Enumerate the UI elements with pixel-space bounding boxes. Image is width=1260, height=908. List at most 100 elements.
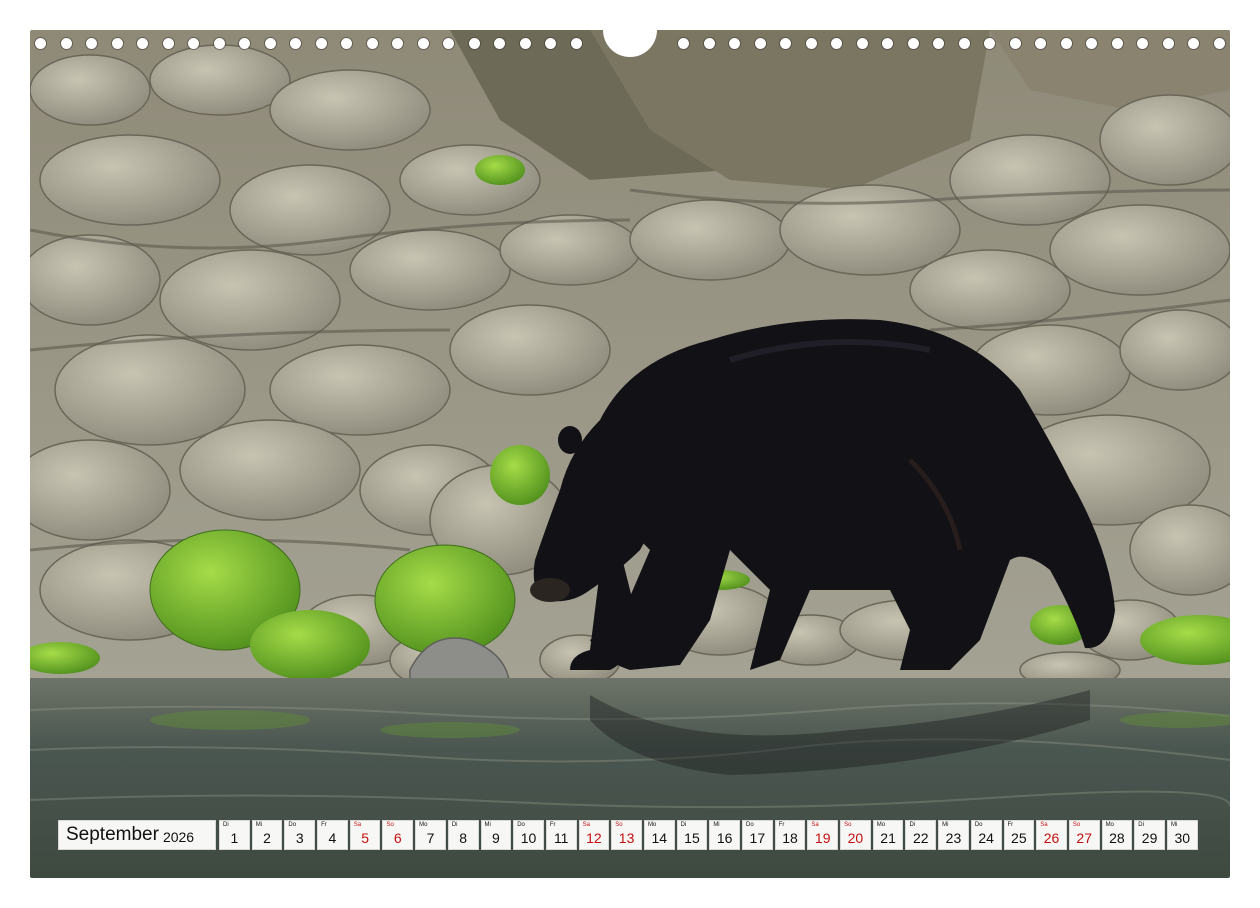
month-name: September <box>66 824 159 845</box>
day-cell: So 13 <box>611 820 642 850</box>
day-of-week: So <box>615 822 623 828</box>
day-of-week: Mo <box>647 822 657 828</box>
day-number: 26 <box>1043 830 1060 846</box>
day-of-week: Sa <box>811 822 819 828</box>
binding-hole <box>111 38 123 49</box>
binding-hole <box>417 38 429 49</box>
day-cell: Di 22 <box>905 820 937 850</box>
day-cell: Do 17 <box>742 820 773 850</box>
binding-hole <box>754 38 766 49</box>
day-of-week: Di <box>909 822 916 828</box>
binding-hole <box>188 38 199 49</box>
day-of-week: Mi <box>942 822 949 828</box>
day-of-week: So <box>386 822 394 828</box>
binding-hole <box>570 38 582 49</box>
day-cell: Sa 19 <box>807 820 839 850</box>
binding-hole <box>1086 38 1097 49</box>
binding-hole <box>933 38 944 49</box>
day-cell: Fr 18 <box>774 820 806 850</box>
day-number: 9 <box>491 830 500 846</box>
day-cell: Mi 23 <box>938 820 969 850</box>
binding-hole <box>831 38 842 49</box>
binding-hole <box>264 38 276 49</box>
month-label: September 2026 <box>58 820 216 850</box>
day-of-week: Di <box>1138 822 1144 828</box>
day-cell: Mi 16 <box>709 820 740 850</box>
day-number: 21 <box>880 830 896 846</box>
day-of-week: Fr <box>778 822 785 828</box>
day-cell: Sa 12 <box>578 820 610 850</box>
day-number: 22 <box>912 830 929 846</box>
day-cell: Mo 21 <box>872 820 904 850</box>
day-number: 14 <box>651 830 668 846</box>
binding-hole <box>315 38 327 49</box>
day-cell: Di 29 <box>1134 820 1165 850</box>
binding-hole <box>780 38 791 49</box>
binding-hole <box>239 38 250 49</box>
binding-hole <box>856 38 868 49</box>
binding-hole <box>392 38 403 49</box>
day-of-week: Fr <box>1007 822 1014 828</box>
day-number: 1 <box>230 830 239 846</box>
binding-hole <box>341 38 352 49</box>
day-of-week: Fr <box>549 822 556 828</box>
day-of-week: Mo <box>1105 822 1114 828</box>
day-of-week: Mo <box>876 822 886 828</box>
day-number: 19 <box>814 830 831 846</box>
day-number: 24 <box>978 830 994 846</box>
day-cell: Di 1 <box>219 820 250 850</box>
day-number: 23 <box>945 830 962 846</box>
binding-hole <box>545 38 556 49</box>
day-cell: Do 24 <box>970 820 1002 850</box>
day-number: 16 <box>716 830 733 846</box>
binding-hole <box>882 38 893 49</box>
day-number: 12 <box>586 830 602 846</box>
day-of-week: Do <box>517 822 525 828</box>
binding-hole <box>468 38 480 49</box>
day-cell: Fr 4 <box>317 820 348 850</box>
day-of-week: Di <box>451 822 458 828</box>
day-of-week: Sa <box>582 822 590 828</box>
day-of-week: Sa <box>1040 822 1048 828</box>
day-cell: So 6 <box>382 820 414 850</box>
day-number: 30 <box>1174 830 1191 846</box>
day-number: 6 <box>393 830 402 846</box>
day-number: 25 <box>1011 830 1027 846</box>
month-year: 2026 <box>162 829 195 845</box>
day-cell: Di 8 <box>447 820 479 850</box>
day-of-week: Sa <box>353 822 362 828</box>
day-of-week: Do <box>288 822 297 828</box>
day-cell: Do 10 <box>513 820 544 850</box>
day-number: 15 <box>684 830 700 846</box>
binding-hole <box>366 38 378 49</box>
day-of-week: Mi <box>255 822 263 828</box>
binding-hole <box>213 38 225 49</box>
day-cell: Fr 11 <box>545 820 577 850</box>
day-number: 17 <box>749 830 766 846</box>
bear-photo <box>30 30 1230 878</box>
day-of-week: Di <box>680 822 687 828</box>
day-of-week: Fr <box>321 822 327 828</box>
binding-hole <box>1213 38 1225 49</box>
day-number: 13 <box>618 830 635 846</box>
binding-hole <box>1111 38 1123 49</box>
day-of-week: Do <box>746 822 754 828</box>
binding-hole <box>86 38 97 49</box>
binding-hole <box>60 38 72 49</box>
day-cell: Do 3 <box>284 820 316 850</box>
day-number: 28 <box>1109 830 1125 846</box>
day-number: 27 <box>1076 830 1092 846</box>
binding-hole <box>1137 38 1148 49</box>
day-of-week: Do <box>974 822 983 828</box>
binding-hole <box>984 38 995 49</box>
binding-hole <box>907 38 919 49</box>
day-of-week: Mi <box>713 822 720 828</box>
day-of-week: So <box>844 822 852 828</box>
day-cell: Sa 5 <box>349 820 381 850</box>
day-number: 29 <box>1141 830 1158 846</box>
day-of-week: Mo <box>419 822 428 828</box>
day-of-week: Mi <box>484 822 491 828</box>
day-number: 3 <box>295 830 304 846</box>
calendar-strip: September 2026 Di 1 Mi 2 Do 3 Fr 4 Sa 5 So 6 Mo 7 Di 8 M… <box>58 820 1204 850</box>
binding-hole <box>494 38 505 49</box>
